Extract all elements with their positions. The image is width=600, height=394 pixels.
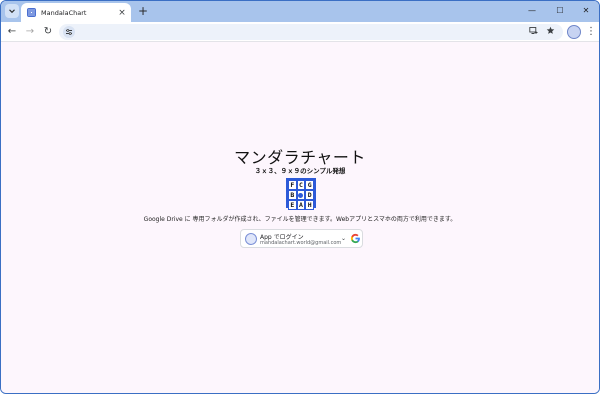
install-app-icon[interactable] <box>527 26 539 38</box>
forward-button[interactable]: → <box>23 25 37 39</box>
logo-cell: B <box>288 190 297 200</box>
logo-cell: H <box>305 200 314 210</box>
reload-button[interactable]: ↻ <box>41 25 55 39</box>
google-login-button[interactable]: App でログイン mandalachart.world@gmail.com ⌄ <box>240 229 363 248</box>
mandalachart-favicon-icon <box>27 8 36 17</box>
mandalachart-logo: F C G B D E A H <box>286 178 316 210</box>
browser-window: MandalaChart × + — ☐ ✕ ← → ↻ ⋮ マンダラチャート … <box>0 0 600 394</box>
logo-cell: A <box>296 200 306 210</box>
tab-close-icon[interactable]: × <box>116 7 128 19</box>
page-subtitle: ３ｘ３、９ｘ９のシンプル発想 <box>254 167 346 175</box>
logo-cell: D <box>305 190 314 200</box>
page-content: マンダラチャート ３ｘ３、９ｘ９のシンプル発想 F C G B D E A H … <box>1 43 599 393</box>
logo-cell: F <box>288 180 297 190</box>
logo-center-cell <box>296 190 306 200</box>
logo-cell: G <box>305 180 314 190</box>
login-email: mandalachart.world@gmail.com <box>260 240 342 246</box>
google-logo-icon <box>350 233 360 244</box>
tab-mandalachart[interactable]: MandalaChart × <box>21 3 131 22</box>
close-window-button[interactable]: ✕ <box>573 3 599 19</box>
browser-toolbar: ← → ↻ <box>1 22 599 42</box>
chevron-down-icon <box>9 9 15 14</box>
address-bar[interactable] <box>59 24 563 40</box>
browser-menu-icon[interactable]: ⋮ <box>586 25 596 39</box>
page-description: Google Drive に 専用フォルダが作成され、ファイルを管理できます。W… <box>143 216 457 223</box>
logo-cell: C <box>296 180 306 190</box>
back-button[interactable]: ← <box>5 25 19 39</box>
logo-center-dot-icon <box>298 192 304 198</box>
maximize-button[interactable]: ☐ <box>547 3 573 19</box>
new-tab-button[interactable]: + <box>136 4 150 18</box>
minimize-button[interactable]: — <box>519 3 545 19</box>
tab-title: MandalaChart <box>41 8 87 17</box>
logo-cell: E <box>288 200 297 210</box>
bookmark-star-icon[interactable] <box>544 26 556 38</box>
site-info-icon[interactable] <box>63 26 75 38</box>
account-avatar-icon <box>245 233 257 245</box>
account-chevron-down-icon: ⌄ <box>341 235 347 242</box>
tab-strip: MandalaChart × + — ☐ ✕ <box>1 1 599 22</box>
tab-search-button[interactable] <box>5 4 19 18</box>
profile-avatar-icon[interactable] <box>567 25 581 39</box>
